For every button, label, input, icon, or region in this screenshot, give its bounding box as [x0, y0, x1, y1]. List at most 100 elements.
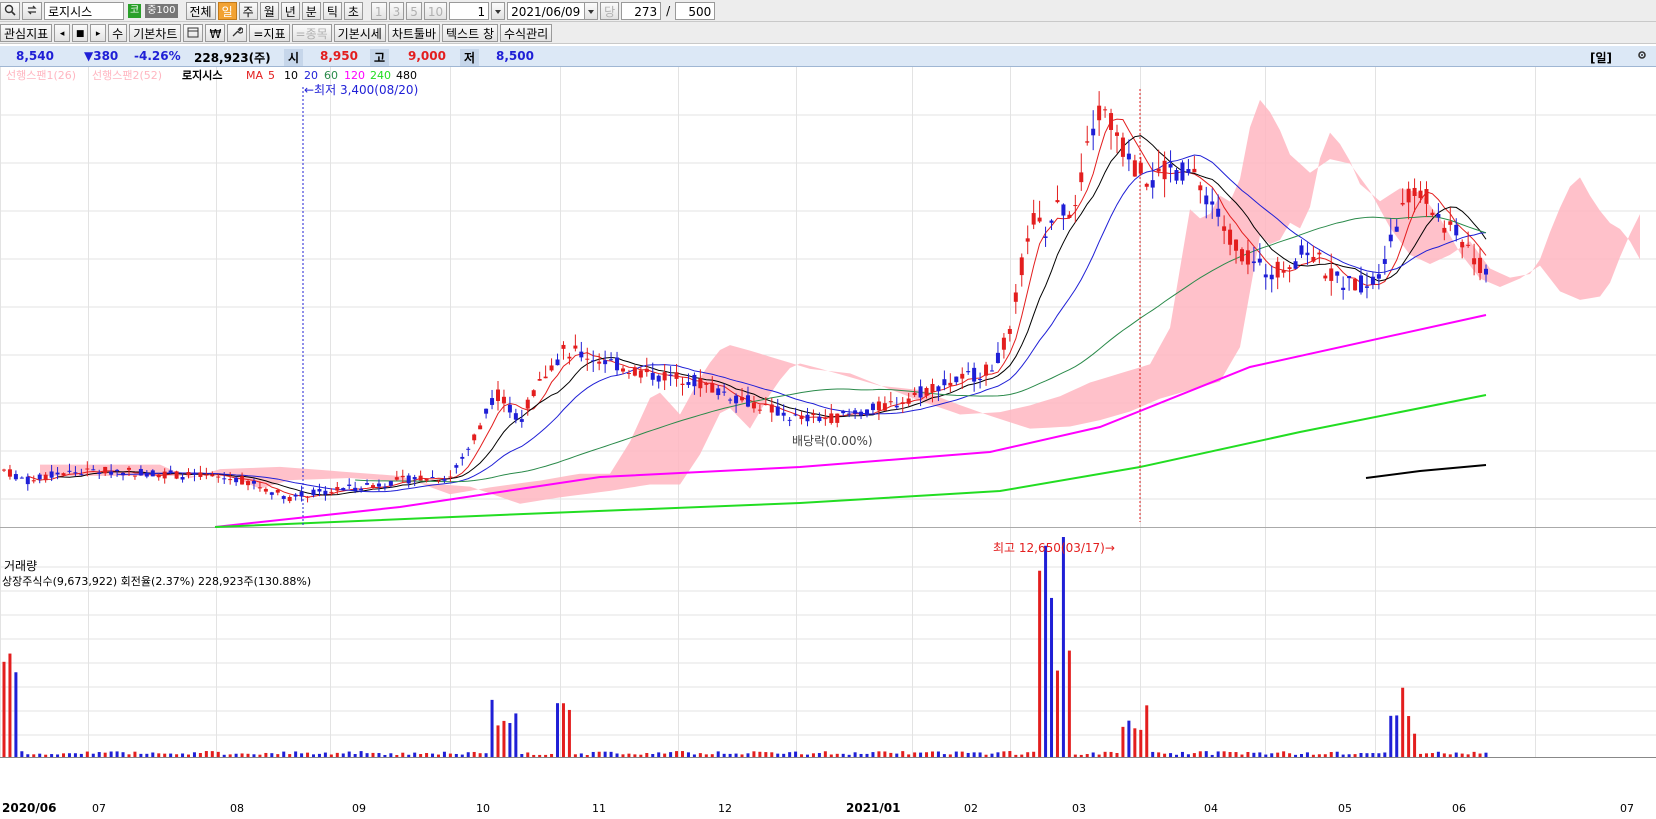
candle-body — [1370, 276, 1375, 285]
candle-body — [930, 383, 935, 393]
interval-dropdown-button[interactable] — [491, 1, 506, 20]
candle-body — [371, 485, 376, 488]
indicator-button[interactable]: =지표 — [249, 23, 290, 42]
candle-body — [954, 376, 959, 383]
interval-5-button[interactable]: 5 — [406, 1, 422, 20]
candle-body — [251, 481, 256, 484]
date-input[interactable]: 2021/06/09 — [507, 1, 586, 20]
count-total-input[interactable]: 500 — [675, 1, 716, 20]
volume-bar — [1186, 754, 1190, 757]
basic-chart-button[interactable]: 기본차트 — [129, 23, 182, 42]
refresh-button[interactable] — [22, 1, 42, 20]
candle-body — [323, 490, 328, 495]
volume-bar — [26, 754, 30, 757]
candle-body — [269, 492, 274, 495]
scroll-right-button[interactable]: ▸ — [90, 23, 107, 42]
candle-body — [490, 398, 495, 405]
date-dropdown-button[interactable] — [584, 1, 599, 20]
volume-bar — [1192, 753, 1196, 757]
candle-body — [811, 413, 816, 416]
text-window-button[interactable]: 텍스트 창 — [442, 23, 498, 42]
volume-bar — [788, 752, 792, 757]
volume-bar — [954, 751, 958, 757]
currency-button[interactable]: ₩ — [205, 23, 226, 42]
price-info-bar: 8,540 ▼380 -4.26% 228,923(주) 시 8,950 고 9… — [0, 46, 1656, 67]
candle-body — [103, 466, 108, 474]
gear-icon[interactable] — [1636, 49, 1648, 64]
candle-body — [430, 477, 435, 479]
candle-body — [1037, 217, 1042, 222]
volume-bar — [1210, 754, 1214, 757]
today-button[interactable]: 당 — [600, 1, 620, 20]
manual-button[interactable]: 수 — [108, 23, 128, 42]
candle-body — [1257, 258, 1262, 263]
candle-body — [632, 367, 637, 376]
volume-bar — [395, 754, 399, 757]
stock-chart[interactable]: 선행스팬1(26) 선행스팬2(52) 로지시스 MA 5 10 20 60 1… — [0, 67, 1656, 816]
volume-bar — [91, 753, 95, 757]
basic-quote-button[interactable]: 기본시세 — [333, 23, 386, 42]
interval-10-button[interactable]: 10 — [423, 1, 448, 20]
calendar-button[interactable] — [183, 23, 204, 42]
volume-bar — [645, 752, 649, 757]
candle-body — [43, 474, 48, 481]
scroll-left-button[interactable]: ◂ — [54, 23, 71, 42]
volume-bar — [1478, 753, 1482, 757]
volume-bar — [181, 753, 185, 757]
stock-name-input[interactable]: 로지시스 — [44, 1, 124, 20]
candle-body — [656, 375, 661, 382]
volume-bar — [734, 753, 738, 757]
volume-bar — [925, 752, 929, 757]
candle-body — [406, 475, 411, 484]
candle-body — [853, 410, 858, 414]
period-week-button[interactable]: 주 — [238, 1, 258, 20]
period-tick-button[interactable]: 틱 — [322, 1, 342, 20]
symbol-button[interactable]: =종목 — [291, 23, 332, 42]
volume-bar — [835, 753, 839, 757]
volume-bar — [567, 709, 571, 757]
interval-input[interactable]: 1 — [449, 1, 490, 20]
chart-toolbar-button[interactable]: 차트툴바 — [387, 23, 441, 42]
candle-body — [19, 477, 24, 479]
candle-body — [1436, 214, 1441, 218]
period-year-button[interactable]: 년 — [280, 1, 300, 20]
candle-body — [573, 345, 578, 349]
volume-bar — [1180, 751, 1184, 757]
period-month-button[interactable]: 월 — [259, 1, 279, 20]
volume-bar — [1264, 754, 1268, 757]
interval-3-button[interactable]: 3 — [388, 1, 405, 20]
scroll-stop-button[interactable]: ■ — [72, 23, 89, 42]
search-button[interactable] — [0, 1, 20, 20]
count-input[interactable]: 273 — [621, 1, 662, 20]
watch-indicator-button[interactable]: 관심지표 — [0, 23, 53, 42]
formula-manager-button[interactable]: 수식관리 — [500, 23, 553, 42]
volume-bar — [258, 754, 262, 757]
candle-body — [1174, 170, 1179, 181]
x-label-07-2021: 07 — [1620, 802, 1634, 815]
candle-body — [751, 402, 756, 409]
settings-button[interactable] — [227, 23, 248, 42]
period-all-button[interactable]: 전체 — [185, 1, 216, 20]
chart-area[interactable]: 선행스팬1(26) 선행스팬2(52) 로지시스 MA 5 10 20 60 1… — [0, 67, 1656, 816]
volume-bar — [1299, 754, 1303, 757]
interval-1-button[interactable]: 1 — [370, 1, 387, 20]
volume-bar — [1347, 754, 1351, 757]
legend-ma5: 5 — [268, 69, 275, 82]
candle-body — [734, 395, 739, 404]
volume-bar — [776, 753, 780, 757]
candle-body — [1132, 160, 1137, 177]
period-second-button[interactable]: 초 — [343, 1, 363, 20]
candle-body — [1049, 220, 1054, 223]
volume-bar — [698, 753, 702, 757]
volume-bar — [526, 752, 530, 757]
candle-body — [1430, 212, 1435, 216]
volume-bar — [550, 753, 554, 757]
candle-body — [698, 378, 703, 389]
candle-body — [799, 415, 804, 420]
volume-bar — [704, 754, 708, 757]
volume-bar — [228, 754, 232, 757]
candle-body — [876, 401, 881, 411]
period-minute-button[interactable]: 분 — [301, 1, 321, 20]
candle-body — [1097, 105, 1102, 121]
period-day-button[interactable]: 일 — [217, 1, 237, 20]
